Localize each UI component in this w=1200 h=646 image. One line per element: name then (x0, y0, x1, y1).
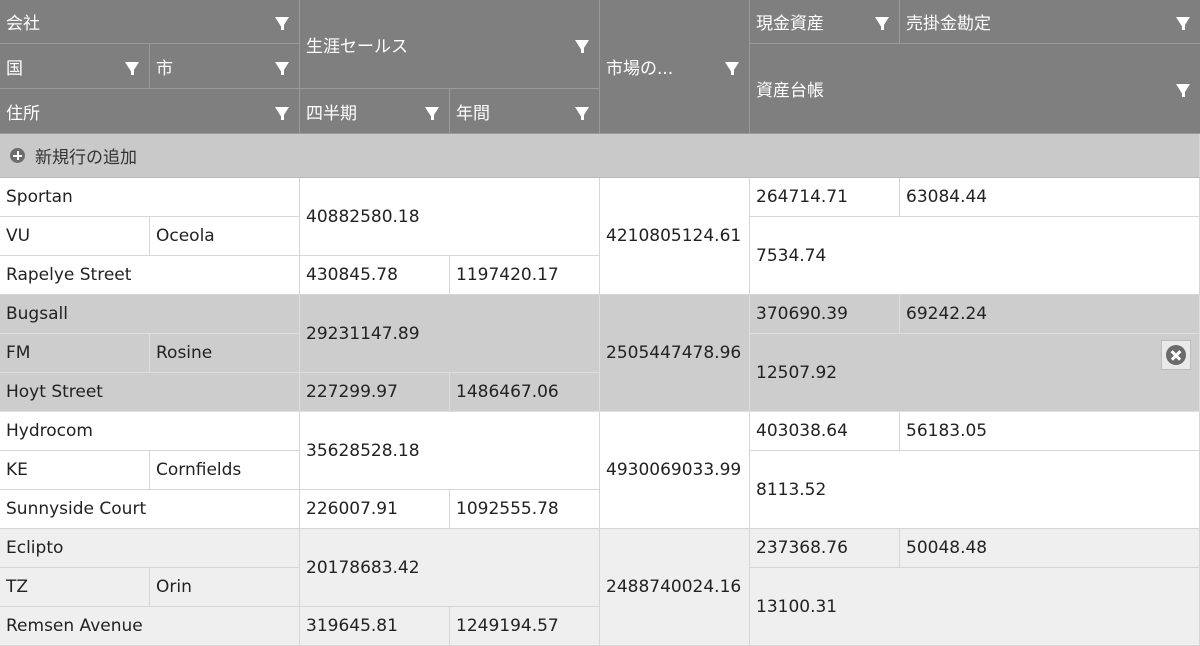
header-accounts-receivable[interactable]: 売掛金勘定 (900, 0, 1200, 44)
cell-country[interactable]: TZ (0, 568, 150, 607)
cell-city[interactable]: Cornfields (150, 451, 300, 490)
filter-icon[interactable] (1176, 17, 1190, 30)
cell-annual[interactable]: 1249194.57 (450, 607, 600, 646)
filter-icon[interactable] (275, 106, 289, 120)
cell-city[interactable]: Oceola (150, 217, 300, 256)
cell-quarterly[interactable]: 430845.78 (300, 256, 450, 295)
cell-market[interactable]: 2505447478.96 (600, 295, 750, 412)
header-market[interactable]: 市場の... (600, 0, 750, 134)
cell-company[interactable]: Bugsall (0, 295, 300, 334)
cell-annual[interactable]: 1486467.06 (450, 373, 600, 412)
cell-annual[interactable]: 1092555.78 (450, 490, 600, 529)
add-row-button[interactable]: 新規行の追加 (0, 134, 1200, 178)
header-annual-label: 年間 (456, 103, 490, 124)
cell-accounts-receivable[interactable]: 56183.05 (900, 412, 1200, 451)
cell-asset-ledger[interactable]: 13100.31 (750, 568, 1200, 646)
cell-lifetime-sales[interactable]: 20178683.42 (300, 529, 600, 607)
cell-company[interactable]: Eclipto (0, 529, 300, 568)
cell-cash-assets[interactable]: 403038.64 (750, 412, 900, 451)
close-circle-icon (1166, 345, 1186, 365)
cell-asset-ledger[interactable]: 8113.52 (750, 451, 1200, 529)
header-address[interactable]: 住所 (0, 89, 300, 134)
cell-market[interactable]: 4930069033.99 (600, 412, 750, 529)
filter-icon[interactable] (725, 62, 739, 75)
cell-country[interactable]: VU (0, 217, 150, 256)
cell-address[interactable]: Remsen Avenue (0, 607, 300, 646)
cell-address[interactable]: Rapelye Street (0, 256, 300, 295)
delete-row-button[interactable] (1161, 340, 1191, 370)
cell-company[interactable]: Hydrocom (0, 412, 300, 451)
header-accounts-receivable-label: 売掛金勘定 (906, 14, 991, 34)
cell-cash-assets[interactable]: 370690.39 (750, 295, 900, 334)
cell-address[interactable]: Sunnyside Court (0, 490, 300, 529)
cell-cash-assets[interactable]: 264714.71 (750, 178, 900, 217)
filter-icon[interactable] (1176, 84, 1190, 97)
cell-accounts-receivable[interactable]: 63084.44 (900, 178, 1200, 217)
header-quarterly-label: 四半期 (306, 103, 357, 124)
cell-city[interactable]: Rosine (150, 334, 300, 373)
cell-asset-ledger[interactable]: 7534.74 (750, 217, 1200, 295)
cell-lifetime-sales[interactable]: 29231147.89 (300, 295, 600, 373)
filter-icon[interactable] (425, 106, 439, 120)
add-row-label: 新規行の追加 (35, 148, 137, 168)
cell-quarterly[interactable]: 226007.91 (300, 490, 450, 529)
header-company-label: 会社 (6, 14, 40, 34)
cell-market[interactable]: 2488740024.16 (600, 529, 750, 646)
cell-asset-ledger[interactable]: 12507.92 (750, 334, 1200, 412)
filter-icon[interactable] (125, 61, 139, 75)
header-market-label: 市場の... (606, 59, 674, 79)
cell-asset-ledger-value: 12507.92 (756, 362, 838, 383)
filter-icon[interactable] (275, 17, 289, 30)
cell-annual[interactable]: 1197420.17 (450, 256, 600, 295)
header-country[interactable]: 国 (0, 44, 150, 89)
filter-icon[interactable] (275, 61, 289, 75)
cell-market[interactable]: 4210805124.61 (600, 178, 750, 295)
header-address-label: 住所 (6, 103, 40, 124)
header-asset-ledger-label: 資産台帳 (756, 81, 824, 101)
cell-quarterly[interactable]: 227299.97 (300, 373, 450, 412)
cell-lifetime-sales[interactable]: 35628528.18 (300, 412, 600, 490)
cell-accounts-receivable[interactable]: 50048.48 (900, 529, 1200, 568)
filter-icon[interactable] (875, 17, 889, 30)
cell-quarterly[interactable]: 319645.81 (300, 607, 450, 646)
cell-company[interactable]: Sportan (0, 178, 300, 217)
header-cash-assets[interactable]: 現金資産 (750, 0, 900, 44)
cell-lifetime-sales[interactable]: 40882580.18 (300, 178, 600, 256)
header-cash-assets-label: 現金資産 (756, 14, 824, 34)
header-city[interactable]: 市 (150, 44, 300, 89)
cell-country[interactable]: FM (0, 334, 150, 373)
cell-address[interactable]: Hoyt Street (0, 373, 300, 412)
header-company[interactable]: 会社 (0, 0, 300, 44)
filter-icon[interactable] (575, 106, 589, 120)
header-annual[interactable]: 年間 (450, 89, 600, 134)
header-city-label: 市 (156, 58, 173, 79)
data-grid: 会社 生涯セールス 市場の... 現金資産 売掛金勘定 国 市 資産台帳 住所 … (0, 0, 1200, 646)
plus-circle-icon (10, 148, 25, 163)
filter-icon[interactable] (575, 39, 589, 53)
cell-cash-assets[interactable]: 237368.76 (750, 529, 900, 568)
header-country-label: 国 (6, 58, 23, 79)
header-lifetime-sales-label: 生涯セールス (306, 36, 408, 57)
cell-city[interactable]: Orin (150, 568, 300, 607)
header-quarterly[interactable]: 四半期 (300, 89, 450, 134)
cell-country[interactable]: KE (0, 451, 150, 490)
header-lifetime-sales[interactable]: 生涯セールス (300, 0, 600, 89)
cell-accounts-receivable[interactable]: 69242.24 (900, 295, 1200, 334)
header-asset-ledger[interactable]: 資産台帳 (750, 44, 1200, 134)
